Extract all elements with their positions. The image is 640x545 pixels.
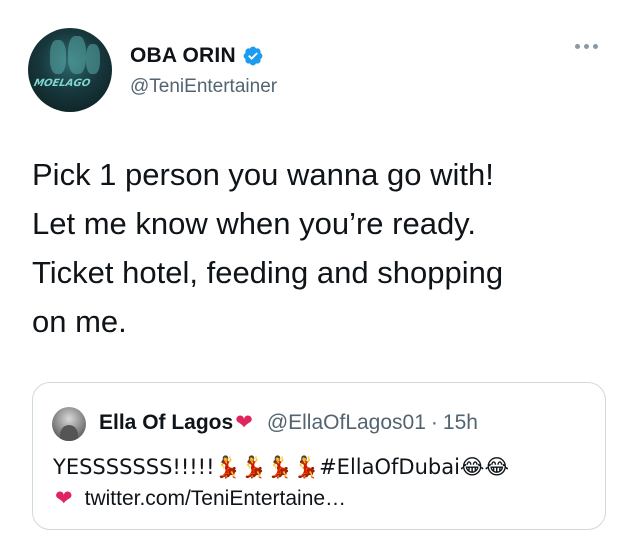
heart-emoji-icon: ❤ (55, 487, 73, 510)
quoted-text-line: YESSSSSSS!!!!!💃💃💃💃#EllaOfDubai😂😂 (53, 455, 509, 480)
quoted-timestamp[interactable]: 15h (443, 411, 478, 435)
more-options-icon[interactable] (575, 44, 598, 49)
more-dot (593, 44, 598, 49)
more-dot (584, 44, 589, 49)
quoted-author-name[interactable]: Ella Of Lagos (99, 411, 233, 435)
author-handle[interactable]: @TeniEntertainer (130, 76, 277, 98)
quoted-text: YESSSSSSS!!!!!💃💃💃💃#EllaOfDubai😂😂 (53, 455, 510, 479)
quoted-tweet[interactable]: Ella Of Lagos ❤ @EllaOfLagos01 · 15h YES… (32, 382, 606, 530)
avatar-figure-2 (68, 36, 86, 74)
quoted-author-avatar[interactable] (52, 407, 86, 441)
avatar-logo-text: MOELAGO (32, 78, 92, 89)
quoted-author-handle[interactable]: @EllaOfLagos01 (267, 411, 426, 435)
separator-dot: · (430, 410, 438, 434)
tweet-text: Pick 1 person you wanna go with! Let me … (32, 157, 504, 339)
quoted-link[interactable]: twitter.com/TeniEntertaine… (85, 487, 346, 511)
more-dot (575, 44, 580, 49)
quoted-link-line: ❤ twitter.com/TeniEntertaine… (53, 486, 346, 511)
heart-emoji-icon: ❤ (235, 411, 253, 434)
author-name-row: OBA ORIN (130, 44, 264, 68)
avatar-figure-1 (50, 40, 66, 74)
quoted-author-row: Ella Of Lagos ❤ @EllaOfLagos01 · 15h (99, 410, 478, 435)
avatar-figure-3 (86, 44, 100, 74)
verified-badge-icon (243, 46, 263, 66)
author-display-name[interactable]: OBA ORIN (130, 44, 236, 68)
author-avatar[interactable]: MOELAGO (28, 28, 112, 112)
